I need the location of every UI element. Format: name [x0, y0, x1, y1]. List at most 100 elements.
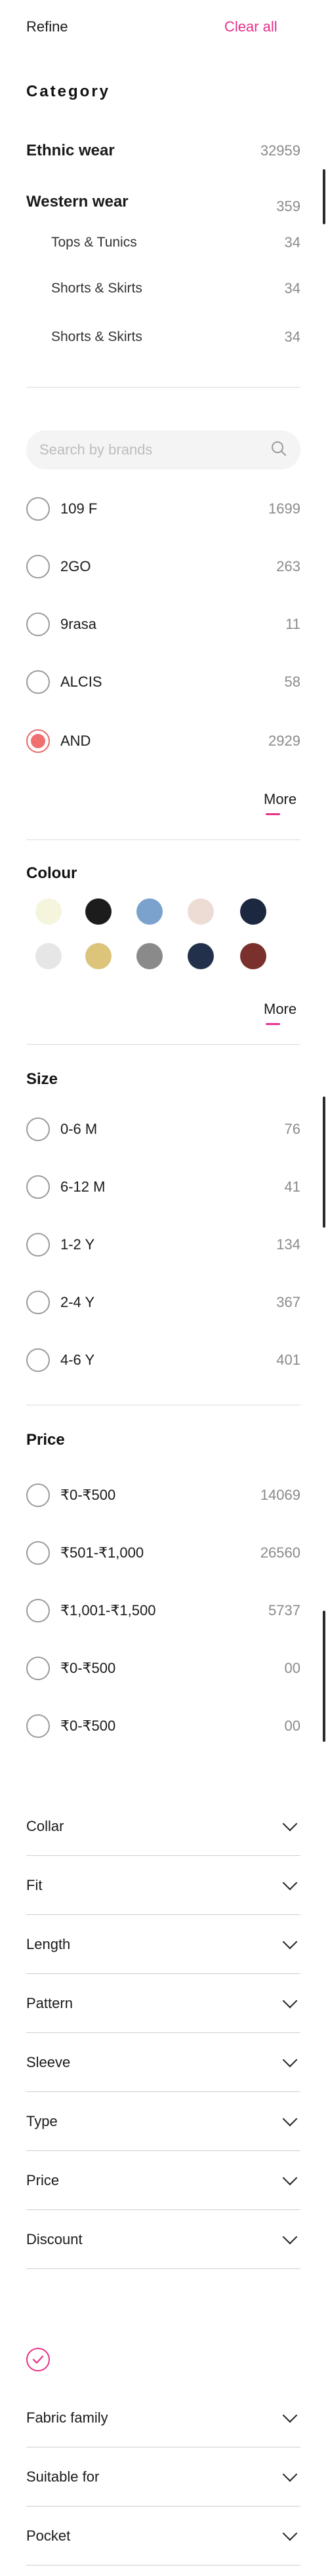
chevron-down-icon[interactable] — [282, 1875, 298, 1890]
category-subitem-shorts-skirts[interactable]: Shorts & Skirts 34 — [51, 324, 300, 350]
size-label: 0-6 M — [60, 1121, 98, 1137]
size-title: Size — [26, 1070, 58, 1088]
price-scrollbar[interactable] — [323, 1611, 325, 1742]
accordion-type[interactable]: Type — [26, 2092, 300, 2151]
category-count: 34 — [284, 280, 300, 296]
colour-swatch-cream[interactable] — [35, 898, 62, 925]
chevron-down-icon[interactable] — [282, 2052, 298, 2067]
accordion-label: Suitable for — [26, 2468, 100, 2485]
divider — [26, 1044, 300, 1045]
chevron-down-icon[interactable] — [282, 2229, 298, 2244]
radio-button[interactable] — [26, 1291, 50, 1314]
radio-button[interactable] — [26, 1541, 50, 1565]
size-scrollbar[interactable] — [323, 1097, 325, 1228]
price-option[interactable]: ₹0-₹500 00 — [26, 1712, 300, 1741]
colour-swatch-dark-navy[interactable] — [188, 943, 214, 969]
brand-option[interactable]: 9rasa 11 — [26, 610, 300, 639]
radio-button[interactable] — [26, 555, 50, 578]
brands-more-button[interactable]: More — [264, 791, 297, 808]
category-item-western-wear[interactable]: Western wear 359 — [26, 189, 300, 215]
price-label: ₹0-₹500 — [60, 1660, 116, 1676]
accordion-label: Collar — [26, 1817, 64, 1834]
chevron-down-icon[interactable] — [282, 2526, 298, 2541]
colour-more-button[interactable]: More — [264, 1001, 297, 1018]
accordion-collar[interactable]: Collar — [26, 1797, 300, 1856]
accordion-fit[interactable]: Fit — [26, 1856, 300, 1915]
brand-count: 2929 — [268, 733, 300, 749]
divider — [26, 839, 300, 840]
colour-swatch-mustard[interactable] — [85, 943, 112, 969]
accordion-discount[interactable]: Discount — [26, 2210, 300, 2269]
colour-swatch-maroon[interactable] — [240, 943, 266, 969]
category-subitem-shorts-skirts[interactable]: Shorts & Skirts 34 — [51, 275, 300, 302]
chevron-down-icon[interactable] — [282, 2111, 298, 2126]
category-scrollbar[interactable] — [323, 169, 325, 224]
category-subitem-tops-tunics[interactable]: Tops & Tunics 34 — [51, 230, 300, 256]
brand-search-input[interactable] — [39, 441, 270, 458]
category-item-ethnic-wear[interactable]: Ethnic wear 32959 — [26, 138, 300, 164]
checkmark-icon — [32, 2355, 44, 2364]
accordion-fabric-family[interactable]: Fabric family — [26, 2388, 300, 2447]
radio-button[interactable] — [26, 1175, 50, 1199]
radio-button[interactable] — [26, 1714, 50, 1738]
chevron-down-icon[interactable] — [282, 1993, 298, 2008]
brand-option-selected[interactable]: AND 2929 — [26, 727, 300, 755]
price-option[interactable]: ₹1,001-₹1,500 5737 — [26, 1596, 300, 1625]
colour-swatch-beige[interactable] — [188, 898, 214, 925]
brand-count: 11 — [285, 616, 300, 632]
price-label: ₹0-₹500 — [60, 1718, 116, 1734]
size-label: 4-6 Y — [60, 1352, 95, 1368]
size-option[interactable]: 0-6 M 76 — [26, 1115, 300, 1144]
price-option[interactable]: ₹0-₹500 00 — [26, 1654, 300, 1683]
size-option[interactable]: 1-2 Y 134 — [26, 1230, 300, 1259]
radio-button-selected[interactable] — [26, 729, 50, 753]
colour-swatch-black[interactable] — [85, 898, 112, 925]
category-label: Western wear — [26, 193, 129, 211]
chevron-down-icon[interactable] — [282, 1816, 298, 1831]
radio-button[interactable] — [26, 497, 50, 521]
brand-count: 263 — [276, 558, 300, 574]
accordion-sleeve[interactable]: Sleeve — [26, 2033, 300, 2092]
brand-search-box[interactable] — [26, 430, 300, 470]
colour-swatch-blue[interactable] — [136, 898, 163, 925]
search-icon[interactable] — [270, 440, 287, 460]
accordion-suitable-for[interactable]: Suitable for — [26, 2447, 300, 2506]
radio-button[interactable] — [26, 1657, 50, 1680]
chevron-down-icon[interactable] — [282, 2170, 298, 2185]
chevron-down-icon[interactable] — [282, 2466, 298, 2482]
chevron-down-icon[interactable] — [282, 1934, 298, 1949]
radio-button[interactable] — [26, 1599, 50, 1622]
brand-option[interactable]: 2GO 263 — [26, 552, 300, 581]
size-option[interactable]: 2-4 Y 367 — [26, 1288, 300, 1317]
price-title: Price — [26, 1431, 65, 1449]
chevron-down-icon[interactable] — [282, 2407, 298, 2423]
price-option[interactable]: ₹0-₹500 14069 — [26, 1481, 300, 1510]
colour-swatch-grey[interactable] — [136, 943, 163, 969]
colour-swatch-grey-light[interactable] — [35, 943, 62, 969]
price-label: ₹1,001-₹1,500 — [60, 1602, 156, 1619]
accordion-pattern[interactable]: Pattern — [26, 1974, 300, 2033]
radio-button[interactable] — [26, 670, 50, 694]
colour-swatch-navy[interactable] — [240, 898, 266, 925]
radio-button[interactable] — [26, 613, 50, 636]
clear-all-button[interactable]: Clear all — [224, 18, 277, 35]
size-label: 1-2 Y — [60, 1236, 95, 1253]
size-option[interactable]: 4-6 Y 401 — [26, 1346, 300, 1375]
accordion-label: Discount — [26, 2230, 83, 2247]
accordion-label: Fabric family — [26, 2409, 108, 2426]
brand-option[interactable]: 109 F 1699 — [26, 494, 300, 523]
brand-option[interactable]: ALCIS 58 — [26, 668, 300, 696]
radio-button[interactable] — [26, 1233, 50, 1257]
accordion-price[interactable]: Price — [26, 2151, 300, 2210]
radio-button[interactable] — [26, 1348, 50, 1372]
radio-button[interactable] — [26, 1117, 50, 1141]
accordion-length[interactable]: Length — [26, 1915, 300, 1974]
accordion-pocket[interactable]: Pocket — [26, 2506, 300, 2566]
category-count: 34 — [284, 234, 300, 251]
radio-button[interactable] — [26, 1483, 50, 1507]
check-circle-icon[interactable] — [26, 2348, 50, 2371]
brand-label: ALCIS — [60, 674, 102, 690]
brand-label: AND — [60, 733, 91, 749]
price-option[interactable]: ₹501-₹1,000 26560 — [26, 1539, 300, 1567]
size-option[interactable]: 6-12 M 41 — [26, 1173, 300, 1201]
